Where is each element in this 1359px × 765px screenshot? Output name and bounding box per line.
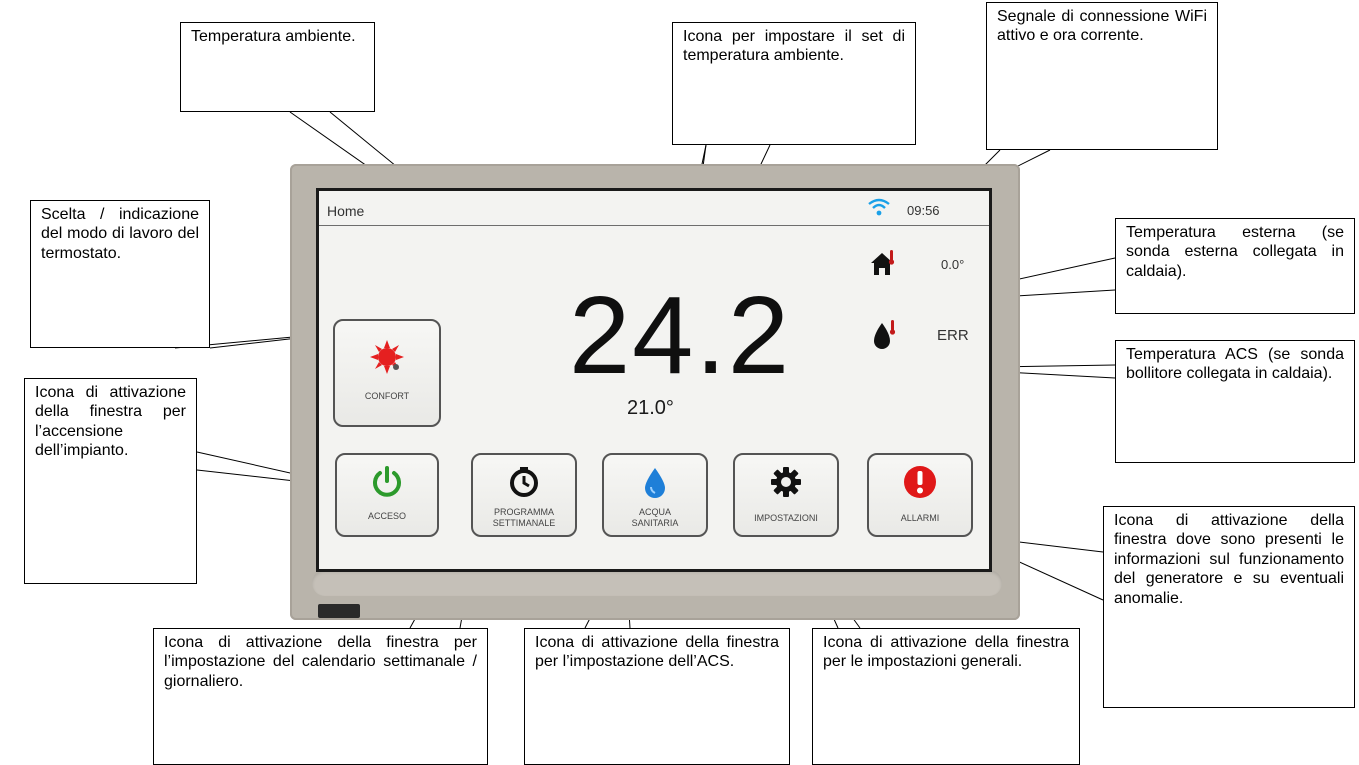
callout-wifi-time: Segnale di connessione WiFi attivo e ora… bbox=[986, 2, 1218, 150]
gear-icon bbox=[771, 467, 801, 497]
mode-confort-button[interactable]: CONFORT bbox=[333, 319, 441, 427]
outdoor-temperature: 0.0° bbox=[941, 257, 965, 272]
callout-alarms: Icona di attivazione della finestra dove… bbox=[1103, 506, 1355, 708]
acs-temperature: ERR bbox=[937, 327, 969, 344]
water-drop-icon bbox=[645, 468, 665, 498]
power-button[interactable]: ACCESO bbox=[335, 453, 439, 537]
clock-icon bbox=[510, 467, 538, 497]
callout-set-temperature-icon: Icona per impostare il set di temperatur… bbox=[672, 22, 916, 145]
acs-label-line1: ACQUA bbox=[638, 507, 671, 517]
callout-acs-window: Icona di attivazione della finestra per … bbox=[524, 628, 790, 765]
settings-button[interactable]: IMPOSTAZIONI bbox=[733, 453, 839, 537]
set-temperature-button[interactable]: 21.0° bbox=[627, 397, 674, 420]
alarms-button[interactable]: ALLARMI bbox=[867, 453, 973, 537]
clock-display: 09:56 bbox=[907, 203, 940, 218]
drop-thermometer-icon bbox=[871, 319, 901, 358]
domestic-hot-water-button[interactable]: ACQUA SANITARIA bbox=[602, 453, 708, 537]
callout-power: Icona di attivazione della finestra per … bbox=[24, 378, 197, 584]
alarm-icon bbox=[904, 466, 936, 498]
callout-room-temperature: Temperatura ambiente. bbox=[180, 22, 375, 112]
screen-title: Home bbox=[327, 203, 365, 219]
settings-label: IMPOSTAZIONI bbox=[754, 513, 818, 523]
power-label: ACCESO bbox=[367, 511, 406, 521]
callout-mode: Scelta / indicazione del modo di lavoro … bbox=[30, 200, 210, 348]
weekly-label-line2: SETTIMANALE bbox=[492, 518, 556, 528]
device-connector bbox=[318, 604, 360, 618]
wifi-icon bbox=[867, 197, 891, 217]
acs-label-line2: SANITARIA bbox=[631, 518, 679, 528]
thermostat-screen: Home 09:56 0.0° ERR 24.2 21.0° CONFORT A… bbox=[316, 188, 992, 572]
callout-outdoor-temperature: Temperatura esterna (se sonda esterna co… bbox=[1115, 218, 1355, 314]
sun-icon bbox=[370, 340, 404, 374]
header-divider bbox=[319, 225, 989, 226]
alarms-label: ALLARMI bbox=[900, 513, 940, 523]
mode-label: CONFORT bbox=[364, 391, 410, 401]
house-thermometer-icon bbox=[869, 249, 899, 284]
weekly-label-line1: PROGRAMMA bbox=[493, 507, 554, 517]
weekly-program-button[interactable]: PROGRAMMA SETTIMANALE bbox=[471, 453, 577, 537]
callout-acs-temperature: Temperatura ACS (se sonda bollitore coll… bbox=[1115, 340, 1355, 463]
room-temperature: 24.2 bbox=[569, 274, 792, 397]
callout-settings: Icona di attivazione della finestra per … bbox=[812, 628, 1080, 765]
power-icon bbox=[373, 466, 401, 497]
callout-weekly-program: Icona di attivazione della finestra per … bbox=[153, 628, 488, 765]
device-bottom-bezel bbox=[312, 570, 1002, 596]
